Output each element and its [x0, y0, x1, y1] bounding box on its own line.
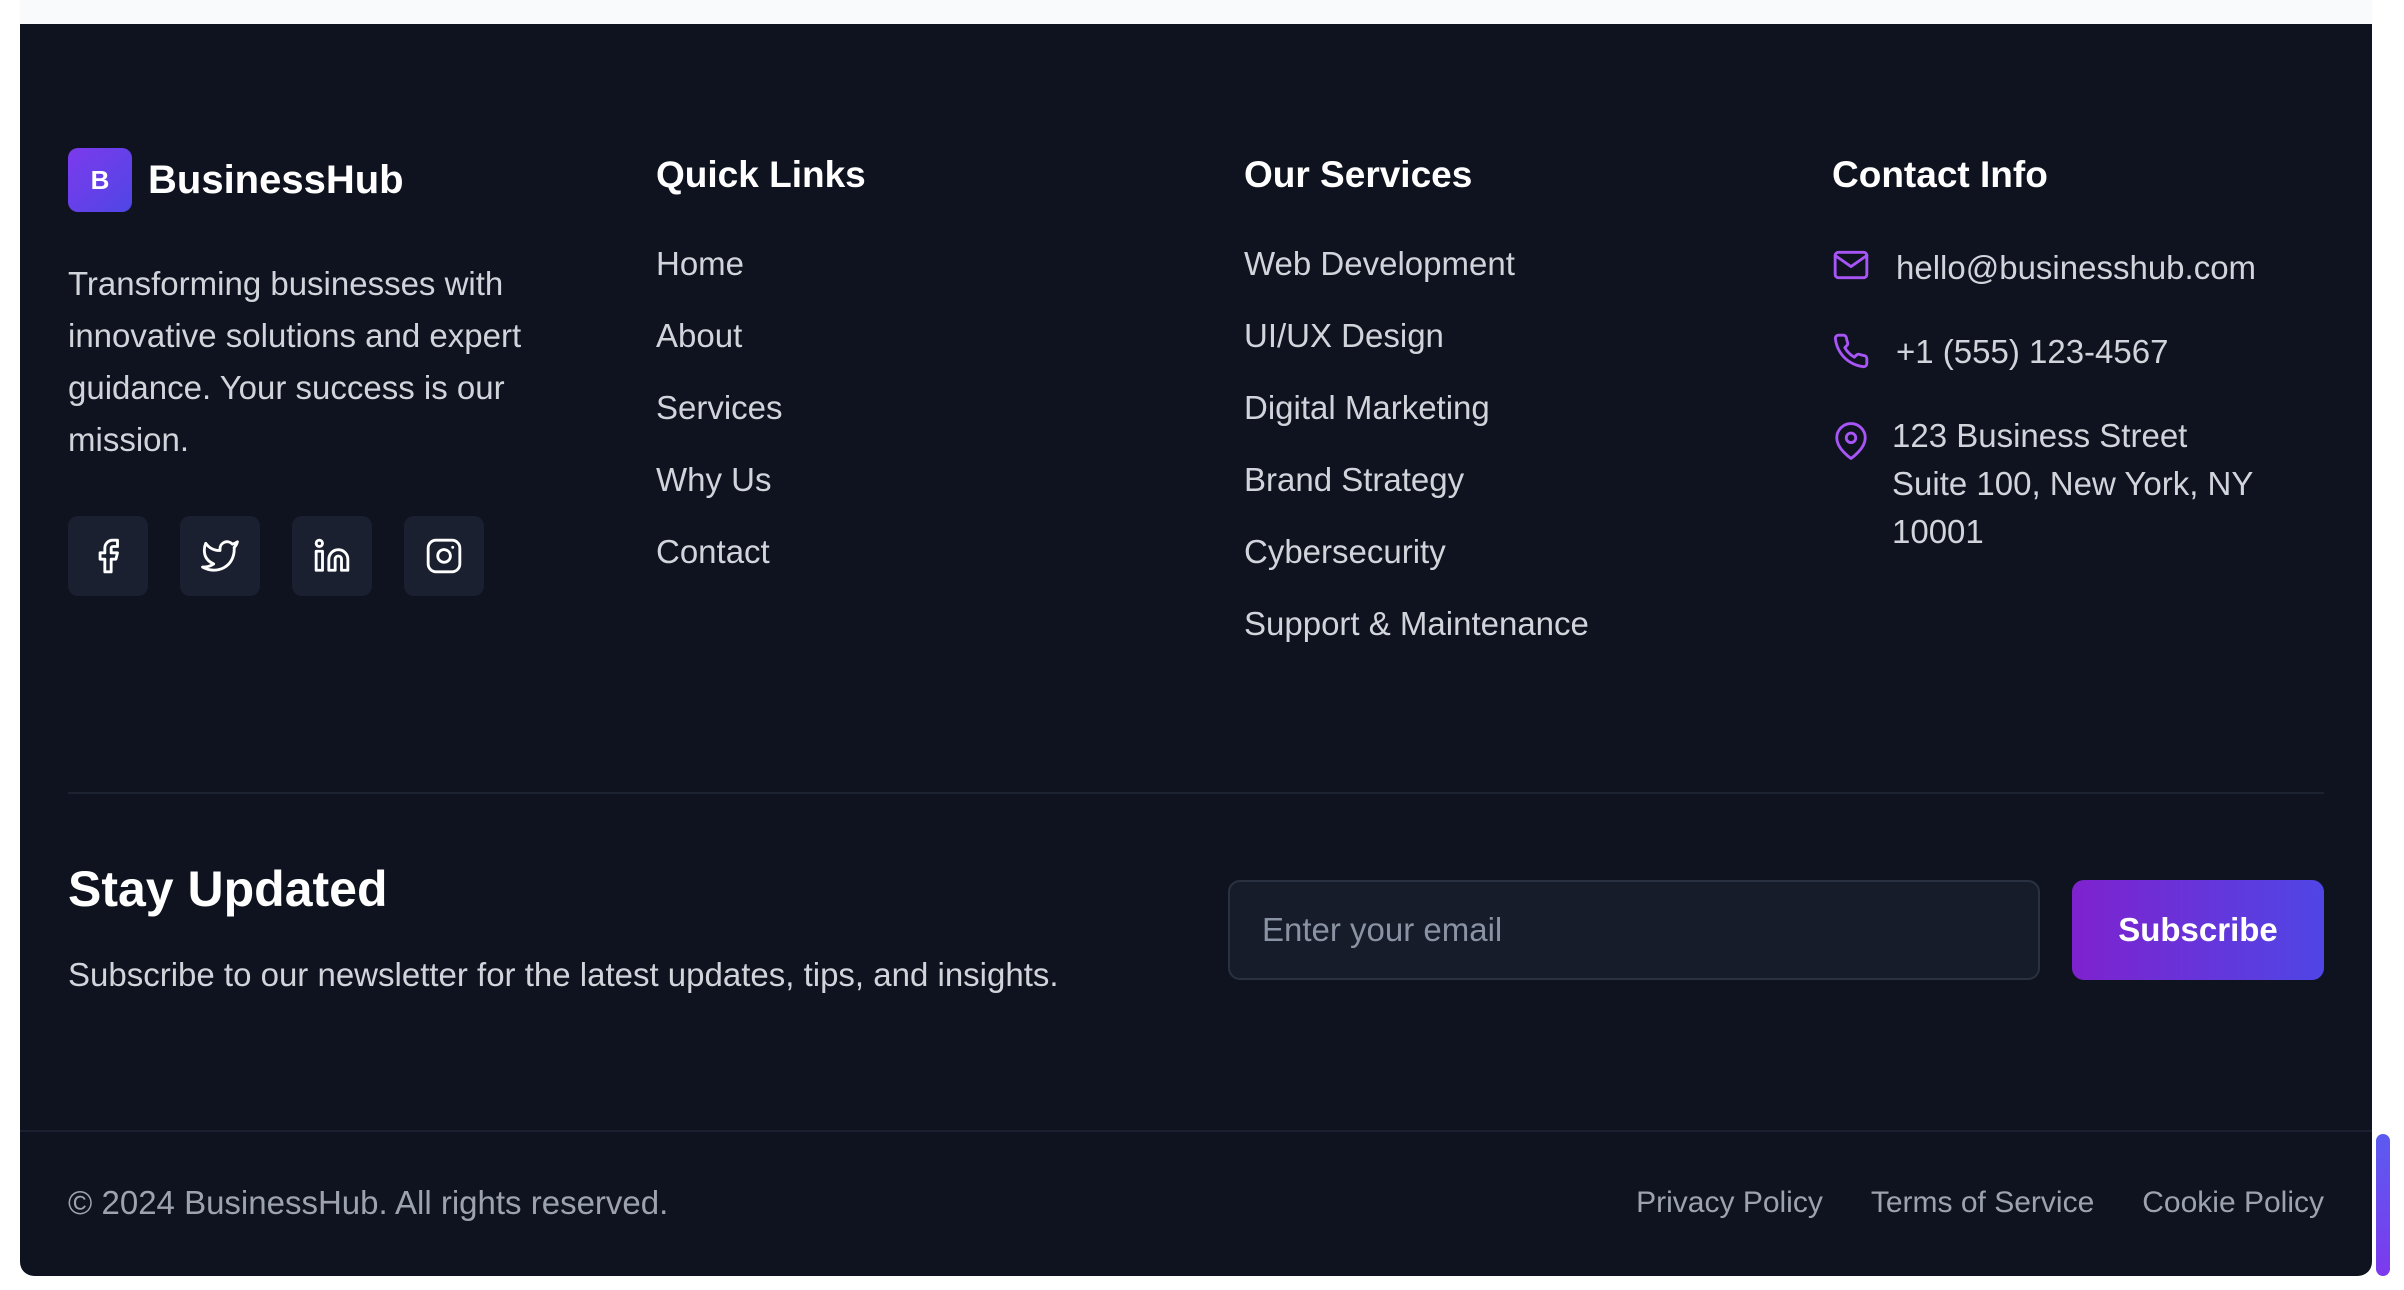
- terms-of-service-link[interactable]: Terms of Service: [1871, 1186, 2094, 1220]
- site-footer: B BusinessHub Transforming businesses wi…: [20, 24, 2372, 1276]
- facebook-button[interactable]: [68, 516, 148, 596]
- services-list: Web Development UI/UX Design Digital Mar…: [1244, 244, 1764, 676]
- facebook-icon: [98, 538, 119, 574]
- contact-title: Contact Info: [1832, 154, 2048, 195]
- quick-links-list: Home About Services Why Us Contact: [656, 244, 1176, 604]
- service-link-digital-marketing[interactable]: Digital Marketing: [1244, 388, 1764, 460]
- linkedin-button[interactable]: [292, 516, 372, 596]
- subscribe-button[interactable]: Subscribe: [2072, 880, 2324, 980]
- contact-column: Contact Info hello@businesshub.com +1 (5…: [1832, 148, 2352, 594]
- footer-link-about[interactable]: About: [656, 316, 1176, 388]
- service-link-brand-strategy[interactable]: Brand Strategy: [1244, 460, 1764, 532]
- instagram-icon: [426, 538, 462, 574]
- legal-links: Privacy Policy Terms of Service Cookie P…: [1636, 1186, 2324, 1220]
- map-pin-icon: [1835, 422, 1867, 460]
- instagram-button[interactable]: [404, 516, 484, 596]
- bottom-divider: [20, 1130, 2372, 1132]
- contact-phone[interactable]: +1 (555) 123-4567: [1832, 330, 2352, 374]
- contact-email[interactable]: hello@businesshub.com: [1832, 244, 2352, 292]
- section-divider: [68, 792, 2324, 794]
- service-link-ui-ux-design[interactable]: UI/UX Design: [1244, 316, 1764, 388]
- cookie-policy-link[interactable]: Cookie Policy: [2142, 1186, 2324, 1220]
- newsletter-title: Stay Updated: [68, 861, 388, 917]
- contact-phone-text: +1 (555) 123-4567: [1896, 333, 2169, 370]
- footer-link-services[interactable]: Services: [656, 388, 1176, 460]
- newsletter-description: Subscribe to our newsletter for the late…: [68, 956, 1059, 993]
- copyright-text: © 2024 BusinessHub. All rights reserved.: [68, 1184, 669, 1221]
- social-links: [68, 516, 588, 596]
- twitter-icon: [201, 540, 239, 572]
- brand-name: BusinessHub: [148, 157, 404, 202]
- address-line-1: 123 Business Street: [1892, 417, 2188, 454]
- newsletter-email-input[interactable]: [1228, 880, 2040, 980]
- brand-column: B BusinessHub Transforming businesses wi…: [68, 148, 588, 596]
- twitter-button[interactable]: [180, 516, 260, 596]
- address-line-3: 10001: [1892, 513, 1984, 550]
- footer-link-why-us[interactable]: Why Us: [656, 460, 1176, 532]
- contact-list: hello@businesshub.com +1 (555) 123-4567 …: [1832, 244, 2352, 556]
- quick-links-title: Quick Links: [656, 154, 866, 195]
- linkedin-icon: [314, 538, 350, 572]
- services-column: Our Services Web Development UI/UX Desig…: [1244, 148, 1764, 676]
- quick-links-column: Quick Links Home About Services Why Us C…: [656, 148, 1176, 604]
- footer-link-contact[interactable]: Contact: [656, 532, 1176, 604]
- phone-icon: [1833, 333, 1869, 369]
- contact-email-text: hello@businesshub.com: [1896, 249, 2257, 286]
- contact-address: 123 Business Street Suite 100, New York,…: [1832, 412, 2352, 556]
- scroll-to-top-indicator[interactable]: [2376, 1134, 2390, 1276]
- brand-description: Transforming businesses with innovative …: [68, 265, 522, 458]
- brand-logo[interactable]: B BusinessHub: [68, 148, 588, 212]
- page-top-strip: [20, 0, 2372, 24]
- footer-link-home[interactable]: Home: [656, 244, 1176, 316]
- service-link-web-development[interactable]: Web Development: [1244, 244, 1764, 316]
- mail-icon: [1833, 250, 1869, 280]
- service-link-support-maintenance[interactable]: Support & Maintenance: [1244, 604, 1764, 676]
- logo-mark: B: [68, 148, 132, 212]
- privacy-policy-link[interactable]: Privacy Policy: [1636, 1186, 1823, 1220]
- services-title: Our Services: [1244, 154, 1473, 195]
- address-line-2: Suite 100, New York, NY: [1892, 465, 2254, 502]
- contact-address-text: 123 Business Street Suite 100, New York,…: [1892, 412, 2253, 556]
- service-link-cybersecurity[interactable]: Cybersecurity: [1244, 532, 1764, 604]
